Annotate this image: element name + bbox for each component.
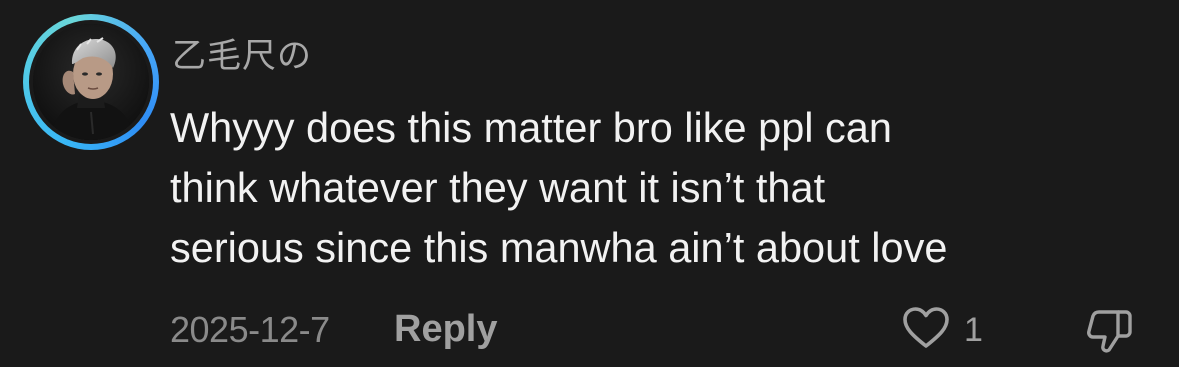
like-button[interactable]: 1: [902, 306, 983, 355]
comment-card: 乙毛尺の Whyyy does this matter bro like ppl…: [0, 0, 1179, 367]
avatar[interactable]: [23, 14, 159, 150]
comment-text-line: serious since this manwha ain’t about lo…: [170, 224, 948, 271]
comment-username[interactable]: 乙毛尺の: [172, 36, 312, 76]
thumbs-down-icon[interactable]: [1084, 310, 1134, 360]
comment-date: 2025-12-7: [170, 309, 330, 350]
dislike-button[interactable]: [1084, 306, 1134, 356]
comment-text-line: think whatever they want it isn’t that: [170, 164, 826, 211]
heart-outline-icon[interactable]: [902, 306, 950, 355]
comment-text: Whyyy does this matter bro like ppl can …: [170, 98, 1160, 278]
comment-text-line: Whyyy does this matter bro like ppl can: [170, 104, 892, 151]
reply-button[interactable]: Reply: [394, 306, 497, 352]
like-count: 1: [964, 311, 983, 349]
avatar-image: [33, 24, 149, 140]
